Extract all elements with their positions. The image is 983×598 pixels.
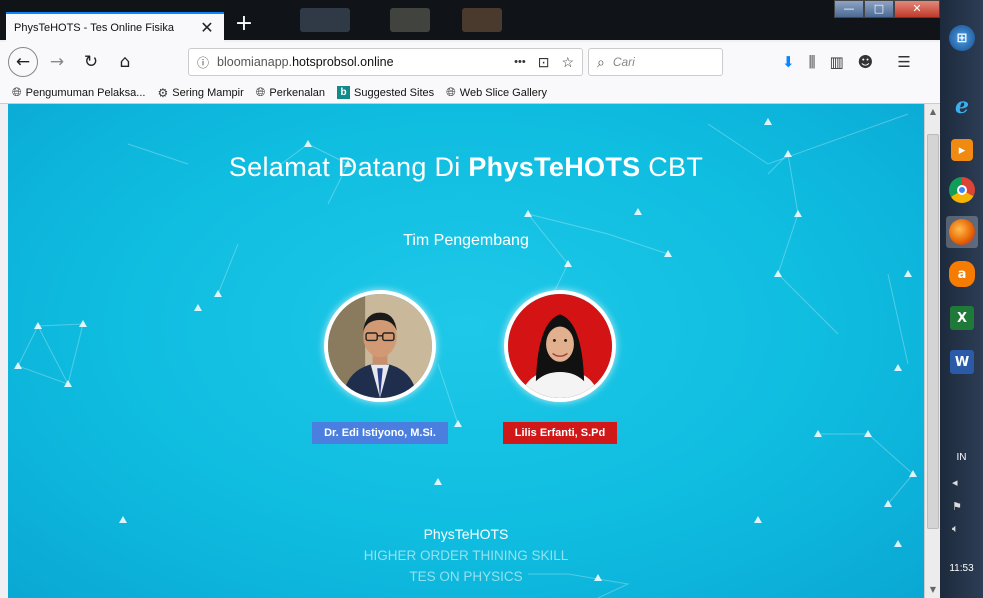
welcome-suffix: CBT: [640, 152, 704, 182]
sidebar-icon[interactable]: ▥: [829, 53, 843, 71]
bookmark-label: Perkenalan: [269, 86, 326, 99]
team-member-card: Lilis Erfanti, S.Pd: [490, 290, 630, 444]
excel-icon[interactable]: X: [946, 302, 978, 334]
blank-app-icon[interactable]: ▸: [946, 134, 978, 166]
blurred-background: [300, 8, 350, 32]
chrome-icon[interactable]: [946, 174, 978, 206]
footer-title: PhysTeHOTS: [423, 526, 509, 542]
footer-line-2: TES ON PHYSICS: [409, 569, 523, 584]
taskbar: ⊞ e ▸ a X W IN ◂ ⚑ 🔈︎ 11:53: [940, 0, 983, 598]
team-heading: Tim Pengembang: [403, 232, 529, 249]
url-domain: hotsprobsol.online: [292, 55, 394, 69]
volume-icon[interactable]: 🔈︎: [952, 522, 959, 536]
member-name-badge: Lilis Erfanti, S.Pd: [502, 422, 618, 444]
bookmark-perkenalan[interactable]: 🌐︎ Perkenalan: [256, 85, 325, 100]
new-tab-button[interactable]: +: [232, 12, 256, 38]
portrait-man: [328, 294, 432, 398]
url-prefix: bloomianapp.: [217, 55, 293, 69]
portrait-woman: [508, 294, 612, 398]
bookmarks-bar: 🌐︎ Pengumuman Pelaksa... ⚙ Sering Mampir…: [0, 82, 940, 104]
browser-window: PhysTeHOTS - Tes Online Fisika ✕ + — □ ✕…: [0, 0, 940, 598]
scroll-up-icon[interactable]: ▲: [925, 104, 940, 120]
tab-physteHOTS[interactable]: PhysTeHOTS - Tes Online Fisika ✕: [6, 12, 224, 42]
bookmark-suggested-sites[interactable]: b Suggested Sites: [337, 86, 434, 99]
gear-icon: ⚙: [157, 85, 169, 100]
bookmark-sering-mampir[interactable]: ⚙ Sering Mampir: [157, 86, 243, 100]
footer-line-1: HIGHER ORDER THINING SKILL: [363, 548, 569, 563]
toolbar-right: ⬇ ⫼ ▥ ☻ ☰: [782, 53, 911, 71]
library-icon[interactable]: ⫼: [809, 53, 816, 71]
welcome-heading: Selamat Datang Di PhysTeHOTS CBT: [8, 152, 924, 183]
navigation-bar: ← → ↻ ⌂ ⓘ bloomianapp. hotsprobsol.online…: [0, 42, 940, 82]
bookmark-web-slice-gallery[interactable]: 🌐︎ Web Slice Gallery: [446, 85, 547, 100]
home-button[interactable]: ⌂: [110, 47, 140, 77]
search-icon: ⌕: [597, 53, 605, 70]
globe-icon: 🌐︎: [446, 85, 456, 99]
team-member-card: Dr. Edi Istiyono, M.Si.: [310, 290, 450, 444]
close-window-button[interactable]: ✕: [894, 0, 940, 18]
firefox-icon[interactable]: [946, 216, 978, 248]
bookmark-pengumuman[interactable]: 🌐︎ Pengumuman Pelaksa...: [12, 85, 145, 100]
window-controls: — □ ✕: [834, 0, 940, 18]
account-icon[interactable]: ☻: [858, 53, 874, 71]
bing-icon: b: [337, 86, 351, 99]
minimize-button[interactable]: —: [834, 0, 864, 18]
menu-icon[interactable]: ☰: [897, 53, 910, 71]
search-input[interactable]: ⌕ Cari: [588, 48, 723, 76]
globe-icon: 🌐︎: [12, 85, 22, 99]
flag-icon[interactable]: ⚑: [952, 500, 962, 513]
avatar-lilis-erfanti: [504, 290, 616, 402]
member-name-badge: Dr. Edi Istiyono, M.Si.: [312, 422, 448, 444]
reload-button[interactable]: ↻: [76, 47, 106, 77]
search-placeholder: Cari: [612, 55, 635, 69]
page-content: Selamat Datang Di PhysTeHOTS CBT Tim Pen…: [8, 104, 924, 598]
welcome-brand: PhysTeHOTS: [468, 152, 641, 182]
scroll-down-icon[interactable]: ▼: [925, 582, 940, 598]
tab-strip: PhysTeHOTS - Tes Online Fisika ✕ + — □ ✕: [0, 0, 940, 42]
page-footer: PhysTeHOTS HIGHER ORDER THINING SKILL TE…: [8, 524, 924, 587]
pocket-icon[interactable]: ⊡: [538, 54, 550, 71]
forward-button[interactable]: →: [42, 47, 72, 77]
blurred-background: [390, 8, 430, 32]
bookmark-label: Sering Mampir: [172, 86, 244, 99]
maximize-button[interactable]: □: [864, 0, 894, 18]
globe-icon: 🌐︎: [255, 85, 266, 99]
ie-icon[interactable]: e: [946, 90, 978, 122]
avast-icon[interactable]: a: [946, 258, 978, 290]
scrollbar-thumb[interactable]: [927, 134, 939, 529]
vertical-scrollbar[interactable]: ▲ ▼: [924, 104, 940, 598]
word-icon[interactable]: W: [946, 346, 978, 378]
page-actions-icon[interactable]: •••: [514, 56, 526, 68]
welcome-prefix: Selamat Datang Di: [228, 152, 469, 182]
blurred-background: [462, 8, 502, 32]
windows-start-icon[interactable]: ⊞: [946, 22, 978, 54]
url-bar[interactable]: ⓘ bloomianapp. hotsprobsol.online ••• ⊡ ☆: [188, 48, 583, 76]
bookmark-label: Suggested Sites: [354, 86, 435, 99]
bookmark-label: Web Slice Gallery: [459, 86, 547, 99]
bookmark-label: Pengumuman Pelaksa...: [25, 86, 146, 99]
back-button[interactable]: ←: [8, 47, 38, 77]
tab-title: PhysTeHOTS - Tes Online Fisika: [14, 22, 174, 34]
close-tab-icon[interactable]: ✕: [198, 18, 216, 38]
clock[interactable]: 11:53: [940, 563, 983, 574]
avatar-edi-istiyono: [324, 290, 436, 402]
download-icon[interactable]: ⬇: [782, 53, 795, 71]
bookmark-star-icon[interactable]: ☆: [561, 54, 574, 71]
language-indicator[interactable]: IN: [940, 452, 983, 463]
tray-expand-icon[interactable]: ◂: [952, 476, 958, 489]
info-icon[interactable]: ⓘ: [197, 54, 209, 71]
